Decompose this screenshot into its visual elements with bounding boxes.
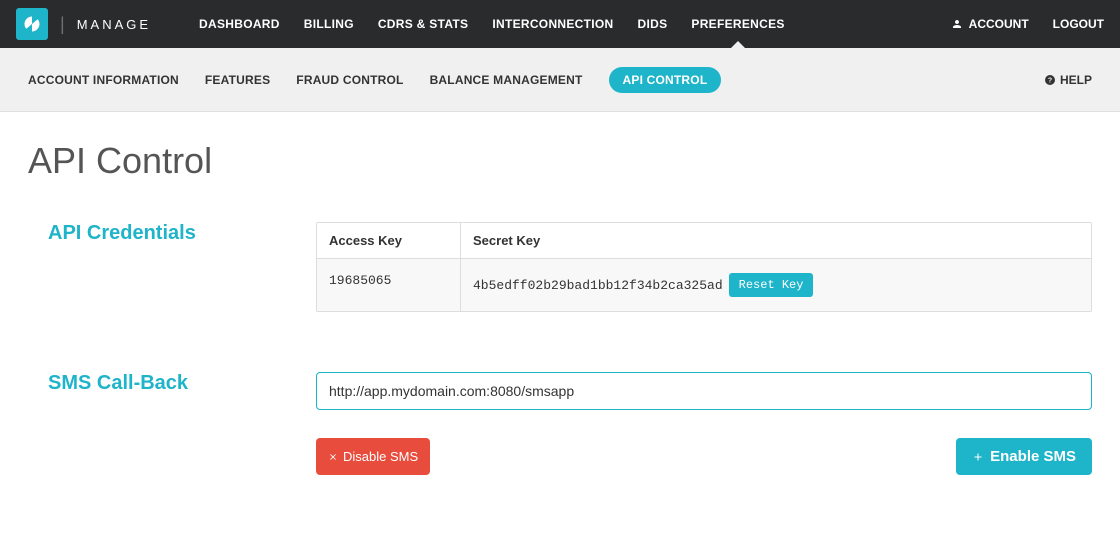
plus-icon	[972, 451, 984, 463]
close-icon	[328, 452, 338, 462]
reset-key-button[interactable]: Reset Key	[729, 273, 814, 297]
nav-billing[interactable]: BILLING	[304, 0, 354, 48]
sms-callback-input[interactable]	[316, 372, 1092, 410]
secret-key-value: 4b5edff02b29bad1bb12f34b2ca325ad	[473, 278, 723, 293]
disable-sms-button[interactable]: Disable SMS	[316, 438, 430, 475]
credentials-header: Access Key Secret Key	[317, 223, 1091, 259]
page-title: API Control	[28, 140, 1092, 182]
nav-dashboard[interactable]: DASHBOARD	[199, 0, 280, 48]
svg-text:?: ?	[1048, 77, 1052, 84]
sms-body: Disable SMS Enable SMS	[316, 372, 1092, 475]
header-secret-key: Secret Key	[461, 223, 1091, 258]
brand-logo[interactable]	[16, 8, 48, 40]
logout-link[interactable]: LOGOUT	[1053, 17, 1104, 31]
section-api-credentials: API Credentials Access Key Secret Key 19…	[28, 222, 1092, 312]
section-label-credentials: API Credentials	[28, 222, 316, 312]
header-access-key: Access Key	[317, 223, 461, 258]
help-label: HELP	[1060, 73, 1092, 87]
access-key-value: 19685065	[317, 259, 461, 311]
tab-features[interactable]: FEATURES	[205, 73, 270, 87]
logo-icon	[23, 15, 41, 33]
tab-fraud-control[interactable]: FRAUD CONTROL	[296, 73, 403, 87]
help-link[interactable]: ? HELP	[1044, 73, 1092, 87]
credentials-row: 19685065 4b5edff02b29bad1bb12f34b2ca325a…	[317, 259, 1091, 311]
content: API Control API Credentials Access Key S…	[0, 112, 1120, 515]
section-label-sms: SMS Call-Back	[28, 372, 316, 475]
top-nav: | MANAGE DASHBOARD BILLING CDRS & STATS …	[0, 0, 1120, 48]
help-icon: ?	[1044, 74, 1056, 86]
nav-preferences[interactable]: PREFERENCES	[691, 0, 784, 48]
section-sms-callback: SMS Call-Back Disable SMS Enable SMS	[28, 372, 1092, 475]
sub-nav-items: ACCOUNT INFORMATION FEATURES FRAUD CONTR…	[28, 67, 721, 93]
logo-separator: |	[60, 14, 65, 35]
nav-right: ACCOUNT LOGOUT	[951, 17, 1104, 31]
credentials-table: Access Key Secret Key 19685065 4b5edff02…	[316, 222, 1092, 312]
enable-sms-button[interactable]: Enable SMS	[956, 438, 1092, 475]
user-icon	[951, 18, 963, 30]
tab-api-control[interactable]: API CONTROL	[609, 67, 722, 93]
enable-sms-label: Enable SMS	[990, 448, 1076, 465]
secret-key-cell: 4b5edff02b29bad1bb12f34b2ca325ad Reset K…	[461, 259, 1091, 311]
disable-sms-label: Disable SMS	[343, 449, 418, 464]
sms-buttons: Disable SMS Enable SMS	[316, 438, 1092, 475]
account-label: ACCOUNT	[969, 17, 1029, 31]
brand-name: MANAGE	[77, 17, 151, 32]
tab-balance-management[interactable]: BALANCE MANAGEMENT	[430, 73, 583, 87]
credentials-body: Access Key Secret Key 19685065 4b5edff02…	[316, 222, 1092, 312]
account-link[interactable]: ACCOUNT	[951, 17, 1029, 31]
nav-items: DASHBOARD BILLING CDRS & STATS INTERCONN…	[199, 0, 785, 48]
tab-account-information[interactable]: ACCOUNT INFORMATION	[28, 73, 179, 87]
nav-interconnection[interactable]: INTERCONNECTION	[492, 0, 613, 48]
nav-cdrs-stats[interactable]: CDRS & STATS	[378, 0, 469, 48]
sub-nav: ACCOUNT INFORMATION FEATURES FRAUD CONTR…	[0, 48, 1120, 112]
nav-dids[interactable]: DIDS	[638, 0, 668, 48]
